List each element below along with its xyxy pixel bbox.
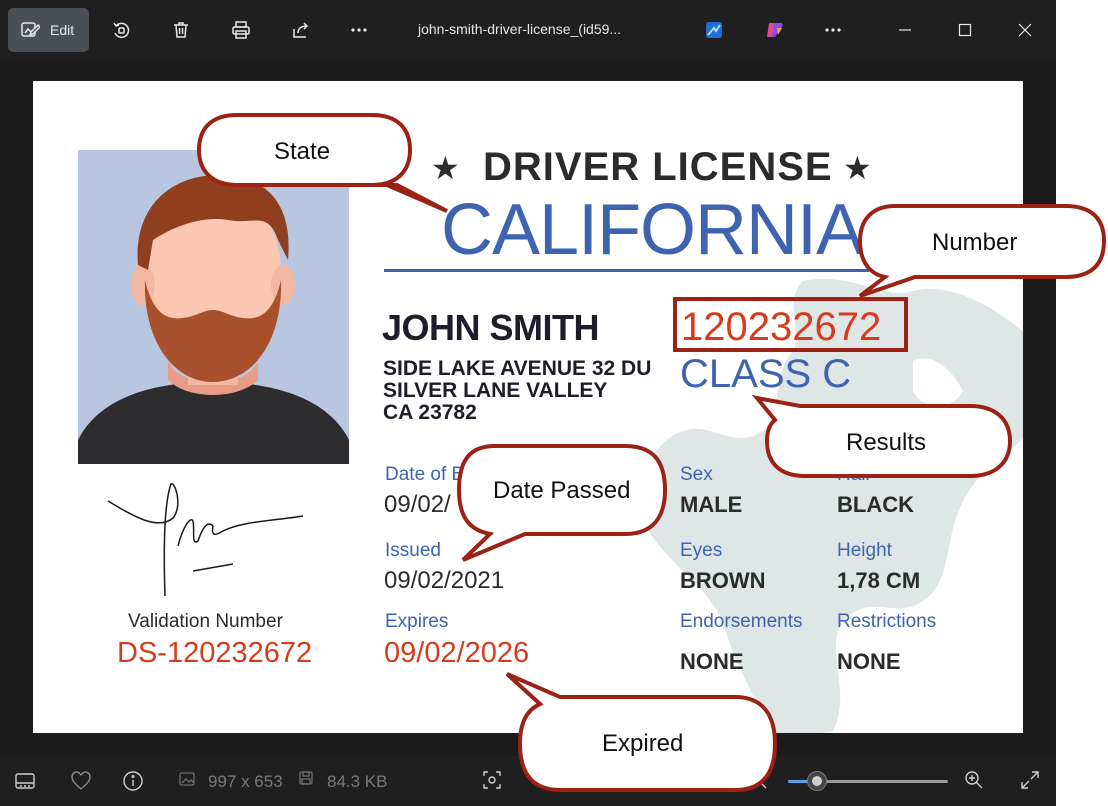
validation-number: DS-120232672 — [117, 637, 313, 669]
trash-icon — [174, 22, 188, 38]
filmstrip-icon — [15, 773, 35, 789]
designer-app-button[interactable] — [694, 10, 734, 50]
state-callout-text: State — [274, 138, 331, 165]
holder-signature — [107, 483, 304, 597]
edit-button[interactable]: Edit — [8, 8, 89, 52]
expired-callout: Expired — [505, 672, 780, 796]
dob-label: Date of B — [385, 464, 465, 485]
sex-value: MALE — [680, 492, 743, 517]
date-passed-callout: Date Passed — [455, 442, 670, 562]
printer-icon — [232, 21, 250, 39]
expand-icon — [1021, 771, 1039, 789]
results-callout: Results — [751, 395, 1015, 481]
share-button[interactable] — [281, 10, 321, 50]
hair-value: BLACK — [837, 492, 914, 517]
expires-label: Expires — [385, 611, 449, 632]
info-icon — [123, 771, 143, 791]
file-title: john-smith-driver-license_(id59... — [418, 21, 622, 37]
more-apps-button[interactable] — [813, 10, 853, 50]
file-info-button[interactable] — [122, 770, 144, 792]
minimize-icon — [899, 29, 911, 31]
more-dots-icon — [825, 28, 841, 32]
close-button[interactable] — [1005, 10, 1045, 50]
validation-number-label: Validation Number — [128, 611, 283, 632]
expires-value: 09/02/2026 — [384, 637, 530, 669]
close-icon — [1018, 23, 1032, 37]
image-dimensions: 997 x 653 — [208, 772, 283, 791]
date-passed-callout-text: Date Passed — [493, 477, 631, 504]
sex-label: Sex — [680, 464, 713, 485]
image-dimensions-icon — [179, 772, 195, 786]
eyes-label: Eyes — [680, 540, 723, 561]
state-name: CALIFORNIA — [441, 190, 864, 270]
number-callout: Number — [855, 204, 1108, 299]
dimensions-icon-wrap — [178, 770, 196, 788]
edit-label: Edit — [50, 22, 75, 38]
full-screen-button[interactable] — [1020, 770, 1040, 790]
edit-image-icon — [21, 22, 40, 37]
state-underline — [384, 269, 869, 272]
dob-value: 09/02/ — [384, 491, 451, 518]
more-dots-icon — [351, 28, 367, 32]
save-disk-icon — [299, 771, 313, 785]
filesize-icon-wrap — [298, 770, 314, 786]
issued-value: 09/02/2021 — [384, 567, 505, 594]
filmstrip-button[interactable] — [14, 770, 36, 792]
expired-callout-text: Expired — [602, 730, 684, 757]
holder-name: JOHN SMITH — [382, 307, 600, 348]
file-size: 84.3 KB — [327, 772, 388, 791]
copilot-icon — [767, 23, 783, 37]
number-highlight-box — [673, 297, 908, 352]
zoom-in-button[interactable] — [964, 770, 984, 790]
height-label: Height — [837, 540, 892, 561]
endorsements-label: Endorsements — [680, 611, 803, 632]
eyes-value: BROWN — [680, 568, 766, 593]
copilot-button[interactable] — [755, 10, 795, 50]
address-line-1: SIDE LAKE AVENUE 32 DU — [383, 357, 652, 380]
results-callout-text: Results — [846, 429, 927, 456]
issued-label: Issued — [385, 540, 441, 561]
restrictions-value: NONE — [837, 649, 901, 674]
share-icon — [293, 22, 309, 38]
toolbar: Edit john-smith-driver-license_(id59... — [0, 0, 1056, 60]
designer-app-icon — [706, 22, 722, 38]
rotate-button[interactable] — [101, 10, 141, 50]
heart-icon — [71, 771, 91, 790]
more-options-button[interactable] — [339, 10, 379, 50]
height-value: 1,78 CM — [837, 568, 921, 593]
zoom-in-icon — [965, 771, 983, 789]
zoom-slider-thumb[interactable] — [806, 771, 827, 791]
favorite-button[interactable] — [70, 770, 92, 792]
license-title: DRIVER LICENSE — [483, 145, 833, 189]
maximize-icon — [958, 23, 972, 37]
zoom-slider[interactable] — [788, 771, 948, 791]
rotate-icon — [113, 22, 130, 39]
maximize-button[interactable] — [945, 10, 985, 50]
delete-button[interactable] — [161, 10, 201, 50]
star-right-icon: ★ — [843, 150, 872, 186]
minimize-button[interactable] — [885, 10, 925, 50]
state-callout: State — [196, 113, 457, 213]
fit-to-window-button[interactable] — [482, 770, 502, 790]
number-callout-text: Number — [932, 229, 1018, 256]
address-line-2: SILVER LANE VALLEY — [383, 379, 608, 402]
restrictions-label: Restrictions — [837, 611, 937, 632]
address-line-3: CA 23782 — [383, 401, 477, 424]
fit-frame-icon — [483, 771, 501, 789]
print-button[interactable] — [221, 10, 261, 50]
license-class: CLASS C — [680, 352, 852, 396]
